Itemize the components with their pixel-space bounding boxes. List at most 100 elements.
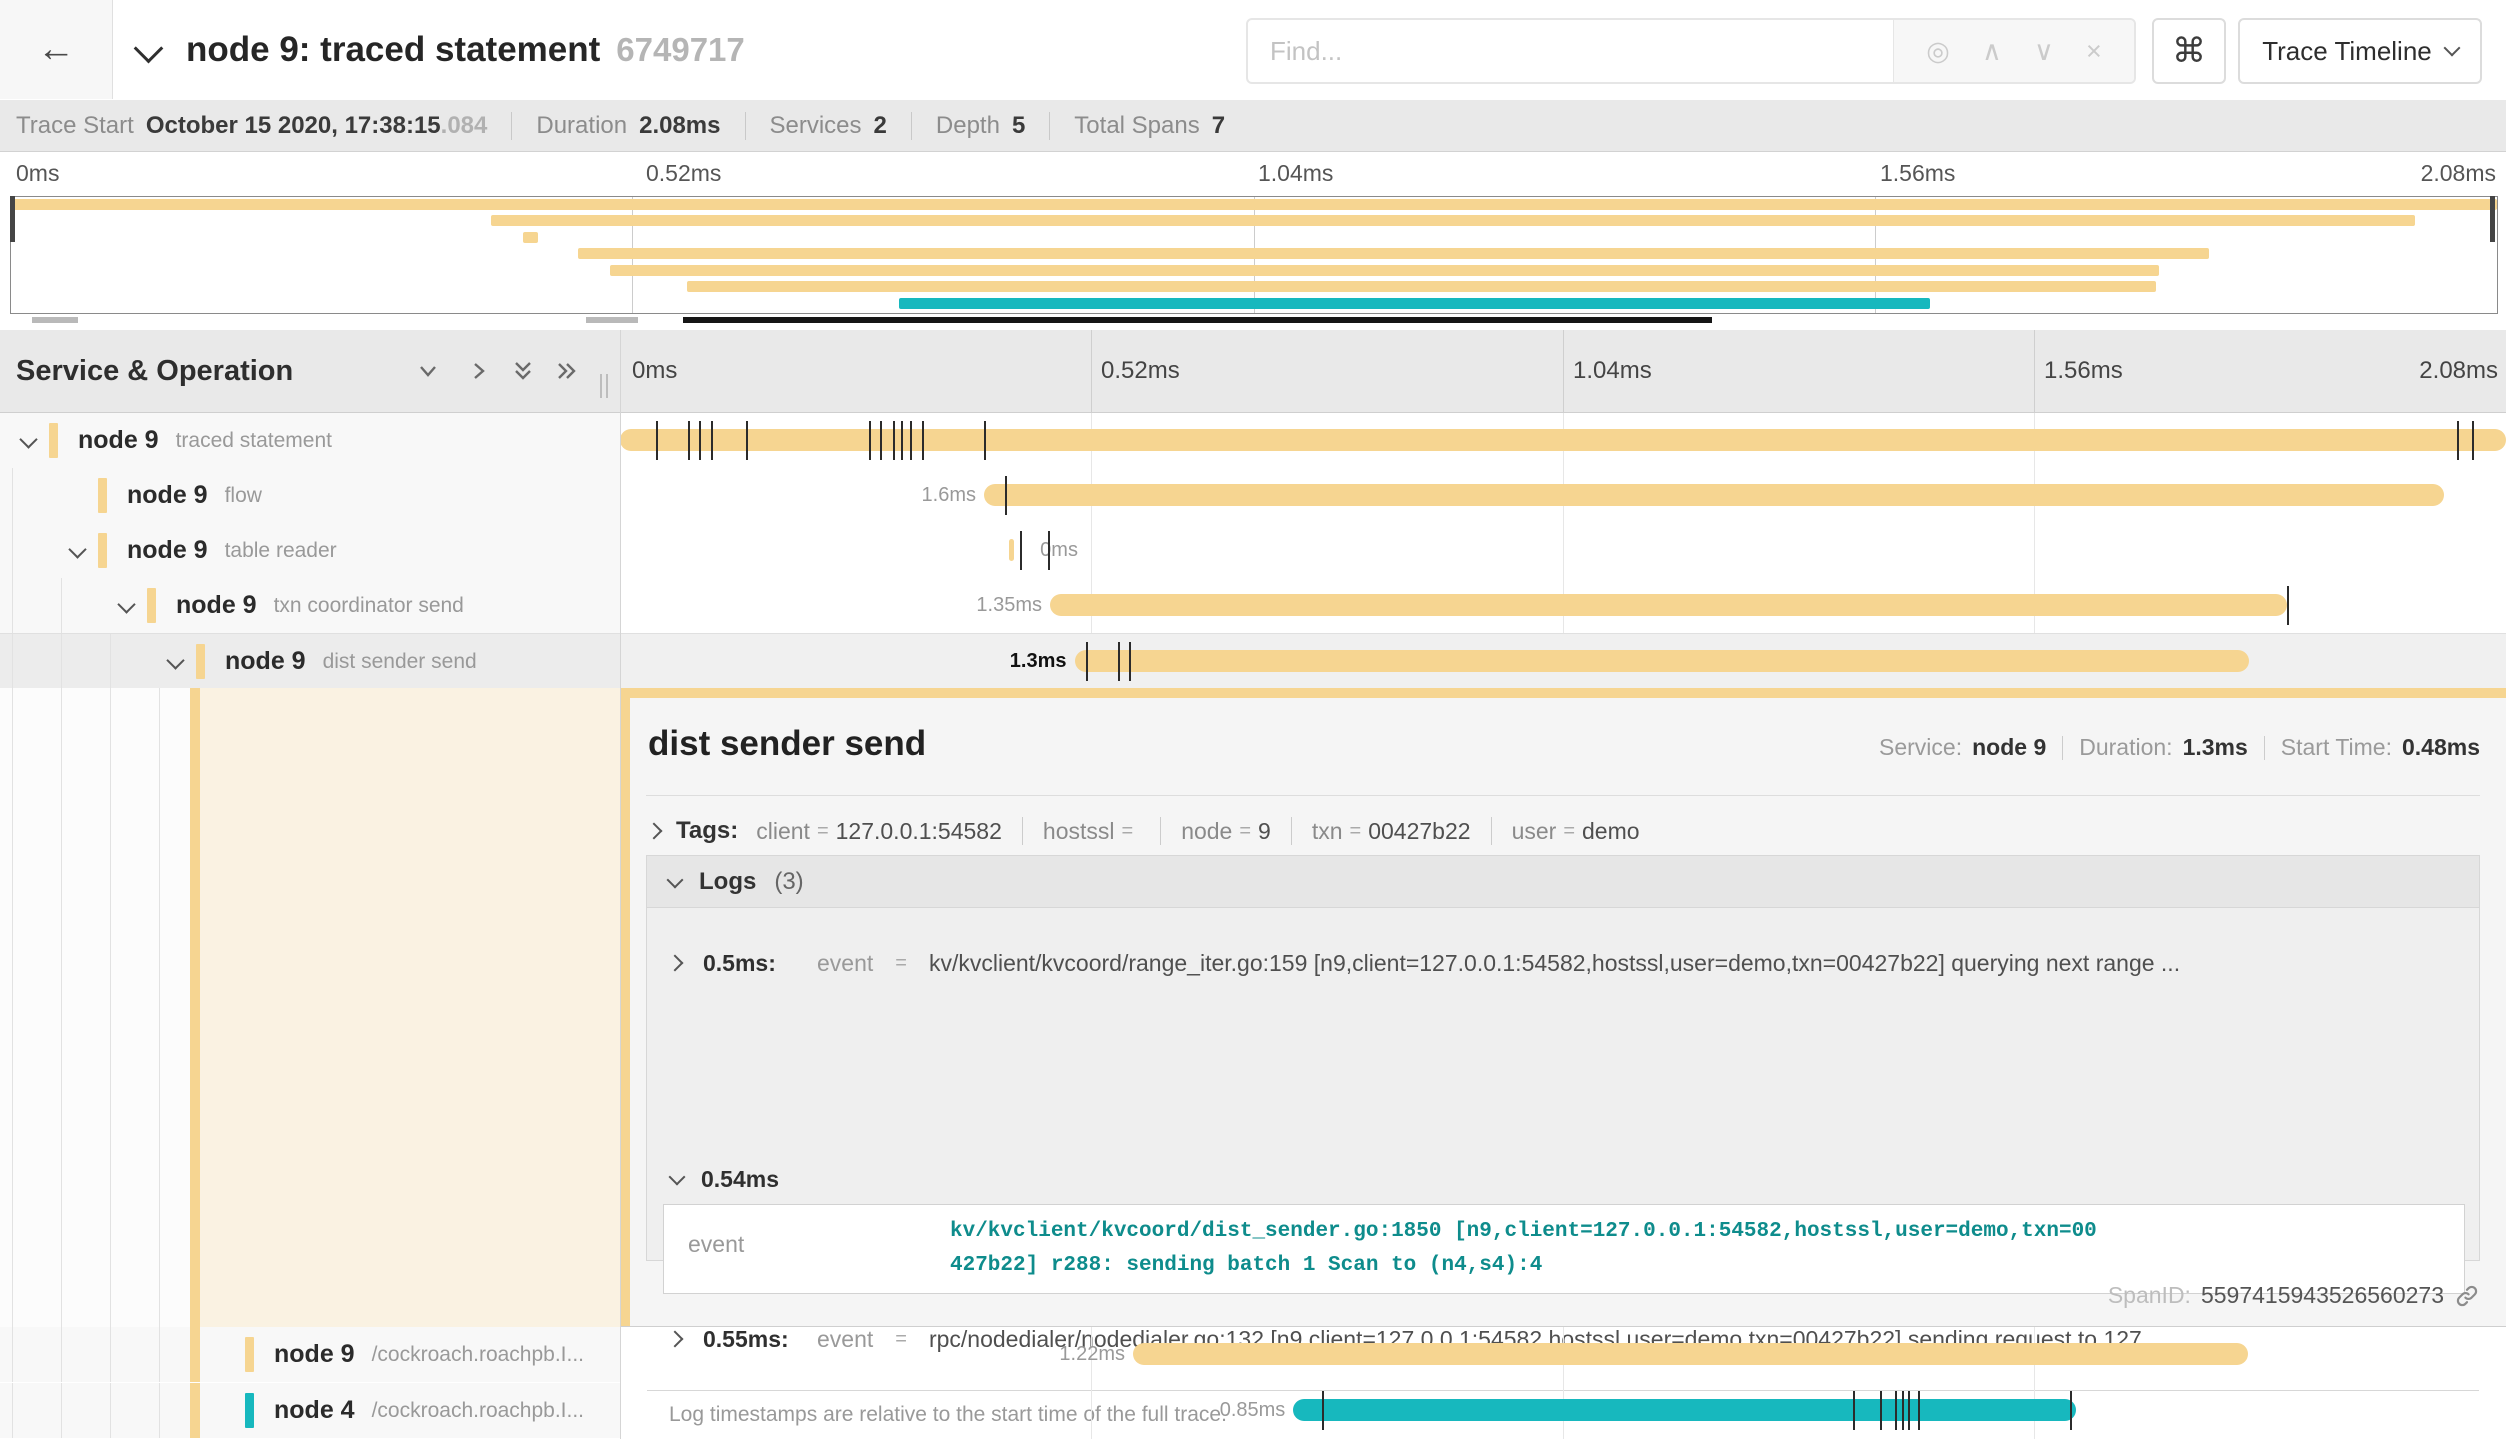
log-value-line: kv/kvclient/kvcoord/dist_sender.go:1850 … [950,1215,2444,1249]
chevron-down-icon[interactable] [166,651,184,669]
find-clear-icon[interactable]: × [2086,36,2102,67]
span-operation: /cockroach.roachpb.I... [372,1343,584,1367]
span-timeline-cell[interactable]: 0ms [620,523,2506,578]
span-duration-bar[interactable] [1133,1343,2248,1365]
expand-all-icon[interactable] [554,358,580,384]
span-color-bar [245,1393,254,1428]
equals-sign: = [1350,820,1362,843]
tag-item[interactable]: user=demo [1512,818,1640,845]
span-row[interactable]: node 9dist sender send 1.3ms [0,633,2506,690]
tree-guide-line [12,523,13,578]
tag-item[interactable]: node=9 [1181,818,1271,845]
span-row[interactable]: node 4/cockroach.roachpb.I...0.85ms [0,1383,2506,1438]
find-input[interactable]: Find... [1248,20,1893,82]
trace-minimap[interactable]: 0ms 0.52ms 1.04ms 1.56ms 2.08ms [0,152,2506,330]
span-name: node 9dist sender send [225,634,477,689]
view-selector-button[interactable]: Trace Timeline [2238,18,2482,84]
span-row[interactable]: node 9traced statement [0,413,2506,468]
duration-label: Duration: [2079,734,2172,761]
minimap-handle-segment[interactable] [32,317,78,323]
service-label: Service: [1879,734,1962,761]
span-duration-bar[interactable] [1075,650,2250,672]
tag-value: 9 [1258,818,1271,845]
minimap-span-bar [899,298,1931,309]
span-color-bar [147,588,156,623]
expand-one-icon[interactable] [466,358,492,384]
tag-item[interactable]: client=127.0.0.1:54582 [756,818,1002,845]
span-rows: node 9traced statementnode 9flow1.6msnod… [0,413,2506,688]
log-marker-tick [2287,586,2289,625]
start-time-value: 0.48ms [2402,734,2480,761]
minimap-scrollbar[interactable] [683,317,1712,323]
tree-guide-line [12,634,13,689]
minimap-span-bar [491,215,2415,226]
log-marker-tick [880,421,882,460]
span-timeline-cell[interactable] [620,413,2506,468]
span-timeline-cell[interactable]: 1.35ms [620,578,2506,633]
span-tree-cell[interactable]: node 9dist sender send [0,634,620,689]
span-duration-bar[interactable] [1050,594,2287,616]
log-entry[interactable]: 0.5ms: event = kv/kvclient/kvcoord/range… [647,918,2479,1008]
find-next-icon[interactable]: ∨ [2034,36,2054,67]
span-duration-bar[interactable] [984,484,2444,506]
span-name: node 9table reader [127,523,337,578]
minimap-left-scrubber[interactable] [10,196,15,242]
span-row[interactable]: node 9txn coordinator send1.35ms [0,578,2506,633]
span-color-bar [98,533,107,568]
tags-accordion[interactable]: Tags: client=127.0.0.1:54582hostssl=node… [648,810,1640,852]
log-marker-tick [1020,531,1022,570]
span-row[interactable]: node 9flow 1.6ms [0,468,2506,523]
link-icon[interactable] [2454,1283,2480,1309]
start-time-label: Start Time: [2281,734,2392,761]
locate-icon[interactable]: ◎ [1926,36,1950,67]
log-marker-tick [1880,1391,1882,1430]
minimap-axis-label: 2.08ms [2421,160,2496,187]
divider [511,112,512,140]
span-tree-cell[interactable]: node 9/cockroach.roachpb.I... [0,1327,620,1382]
span-tree-cell[interactable]: node 4/cockroach.roachpb.I... [0,1383,620,1438]
span-detail-panel: dist sender send Service: node 9 Duratio… [620,698,2506,1327]
collapse-all-icon[interactable] [510,358,536,384]
column-resizer[interactable] [600,374,608,398]
collapse-one-icon[interactable] [415,358,441,384]
span-row[interactable]: node 9table reader 0ms [0,523,2506,578]
span-timeline-cell[interactable]: 0.85ms [620,1383,2506,1438]
span-tree-cell[interactable]: node 9flow [0,468,620,523]
span-timeline-cell[interactable]: 1.22ms [620,1327,2506,1382]
find-prev-icon[interactable]: ∧ [1982,36,2002,67]
keyboard-shortcuts-button[interactable]: ⌘ [2152,18,2226,84]
header-gridline [1563,330,1564,412]
chevron-right-icon [667,955,684,972]
selected-span-guide [190,1327,200,1382]
tag-item[interactable]: txn=00427b22 [1312,818,1471,845]
log-entry-expanded-header[interactable]: 0.54ms [647,1156,2479,1202]
span-timeline-cell[interactable]: 1.6ms [620,468,2506,523]
chevron-down-icon[interactable] [19,430,37,448]
chevron-down-icon[interactable] [117,595,135,613]
span-duration-label: 0ms [1040,523,1078,578]
span-tree-cell[interactable]: node 9txn coordinator send [0,578,620,633]
minimap-right-scrubber[interactable] [2490,196,2495,242]
span-duration-bar[interactable] [1009,539,1015,561]
minimap-canvas[interactable] [10,196,2498,314]
tag-item[interactable]: hostssl= [1043,818,1140,845]
span-timeline-cell[interactable]: 1.3ms [620,634,2506,689]
span-row[interactable]: node 9/cockroach.roachpb.I...1.22ms [0,1327,2506,1382]
span-tree-cell[interactable]: node 9table reader [0,523,620,578]
tree-guide-line [12,578,13,633]
collapse-trace-chevron-icon[interactable] [134,34,164,64]
span-service: node 9 [127,536,208,565]
equals-sign: = [1563,820,1575,843]
logs-accordion-header[interactable]: Logs (3) [647,856,2479,908]
back-button[interactable]: ← [0,0,113,99]
trace-name: node 9: traced statement [186,30,600,70]
minimap-handle-segment[interactable] [586,317,638,323]
span-duration-bar[interactable] [1293,1399,2076,1421]
trace-title: node 9: traced statement 6749717 [186,0,745,100]
find-box: Find... ◎ ∧ ∨ × [1246,18,2136,84]
tags-list: client=127.0.0.1:54582 hostssl= node=9 txn=… [756,817,1639,845]
span-duration-label: 1.6ms [816,468,976,523]
chevron-down-icon[interactable] [68,540,86,558]
log-kv-table: event kv/kvclient/kvcoord/dist_sender.go… [663,1204,2465,1294]
span-service: node 9 [274,1340,355,1369]
